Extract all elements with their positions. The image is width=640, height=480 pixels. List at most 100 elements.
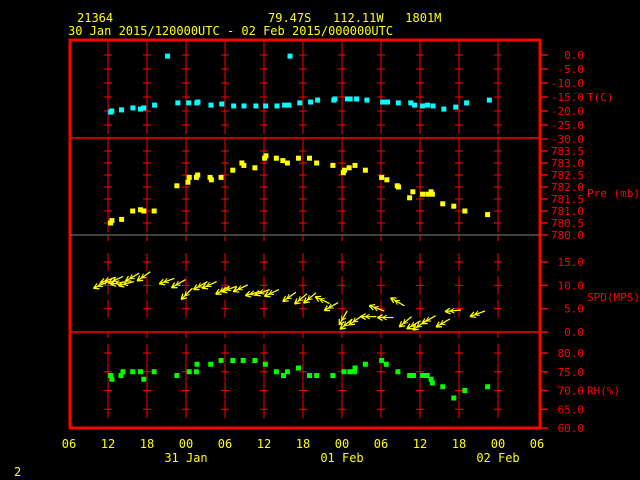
wind-arrow-head — [226, 289, 232, 292]
y-tick-label: 60.0 — [558, 422, 585, 435]
humidity-point — [186, 369, 192, 375]
humidity-point — [141, 376, 147, 382]
temperature-point — [425, 102, 431, 108]
pressure-point — [174, 183, 180, 189]
x-tick-label: 06 — [374, 437, 388, 451]
pressure-point — [410, 189, 416, 195]
temperature-point — [453, 104, 459, 110]
pressure-point — [295, 155, 301, 161]
pressure-point — [342, 167, 348, 173]
temperature-point — [119, 107, 125, 113]
y-tick-label: 780.0 — [551, 229, 584, 242]
wind-arrow — [158, 277, 175, 286]
grid — [104, 40, 502, 419]
pressure-point — [273, 155, 279, 161]
humidity-point — [429, 380, 435, 386]
wind-arrow-head — [245, 294, 252, 298]
humidity-point — [383, 361, 389, 367]
wind-arrow — [314, 295, 330, 305]
wind-arrow — [435, 318, 451, 328]
humidity-point — [295, 365, 301, 371]
temperature-point — [130, 105, 136, 111]
temperature-point — [219, 101, 225, 107]
humidity-point — [109, 376, 115, 382]
temperature-point — [286, 102, 292, 108]
x-tick-label: 00 — [335, 437, 349, 451]
wind-arrow — [360, 313, 377, 321]
temperature-point — [464, 100, 470, 106]
wind-arrow — [389, 297, 405, 307]
wind-arrow — [421, 315, 436, 325]
y-tick-label: 5.0 — [564, 303, 584, 316]
y-tick-label: 75.0 — [558, 366, 585, 379]
wind-arrow-head — [110, 283, 117, 287]
y-tick-label: -15.0 — [551, 91, 584, 104]
pressure-point — [218, 174, 224, 180]
pressure-point — [151, 208, 157, 214]
humidity-point — [347, 369, 353, 375]
humidity-point — [462, 388, 468, 393]
wind-arrow-head — [221, 291, 228, 294]
x-tick-label: 12 — [101, 437, 115, 451]
humidity-point — [240, 358, 246, 363]
humidity-point — [193, 369, 199, 375]
wind-arrow — [201, 281, 217, 290]
humidity-point — [284, 369, 290, 375]
temperature-point — [380, 99, 386, 105]
pressure-point — [451, 203, 457, 209]
pressure-point — [280, 158, 286, 164]
pressure-point — [263, 153, 269, 159]
x-tick-label: 00 — [179, 437, 193, 451]
temperature-point — [109, 108, 115, 114]
x-tick-label: 18 — [296, 437, 310, 451]
temperature-point — [347, 96, 353, 102]
temperature-point — [332, 96, 338, 102]
x-tick-label: 06 — [530, 437, 544, 451]
humidity-point — [252, 358, 258, 363]
station-id: 21364 — [77, 11, 113, 25]
x-date-label: 02 Feb — [476, 451, 519, 465]
wind-arrow — [170, 279, 186, 289]
temperature-point — [263, 103, 269, 109]
pressure-point — [185, 179, 191, 185]
x-date-label: 31 Jan — [164, 451, 207, 465]
pressure-point — [252, 165, 258, 171]
humidity-point — [208, 361, 214, 367]
wind-arrow-head — [123, 283, 129, 287]
humidity-point — [395, 369, 401, 375]
temperature-point — [430, 103, 436, 109]
humidity-point — [362, 361, 368, 367]
pressure-point — [119, 216, 125, 222]
pressure-point — [241, 162, 247, 168]
temperature-point — [395, 100, 401, 106]
wind-arrow — [469, 310, 486, 319]
y-tick-label: -5.0 — [558, 63, 585, 76]
pressure-point — [208, 177, 214, 183]
pressure-point — [440, 201, 446, 207]
temperature-point — [420, 103, 426, 109]
x-tick-label: 12 — [257, 437, 271, 451]
temperature-axis-title: T(C) — [587, 91, 614, 104]
temperature-point — [412, 102, 418, 108]
x-tick-label: 18 — [140, 437, 154, 451]
wind-arrow — [180, 287, 193, 301]
humidity-point — [379, 358, 385, 363]
y-tick-label: -25.0 — [551, 119, 584, 132]
pressure-axis-title: Pre (mb) — [587, 187, 640, 200]
wind-arrow-head — [474, 314, 480, 317]
y-tick-label: 0.0 — [564, 49, 584, 62]
temperature-point — [364, 97, 370, 103]
pressure-point — [314, 160, 320, 166]
wind-arrow — [348, 315, 363, 326]
y-tick-label: -10.0 — [551, 77, 584, 90]
wind-arrow — [368, 303, 385, 312]
humidity-point — [411, 373, 416, 378]
x-tick-label: 06 — [62, 437, 76, 451]
humidity-point — [352, 365, 358, 371]
temperature-point — [175, 100, 181, 106]
wind-arrow-head — [118, 285, 125, 288]
humidity-point — [330, 373, 336, 378]
wind-arrow-head — [163, 281, 169, 284]
temperature-point — [152, 102, 158, 108]
humidity-point — [174, 373, 180, 378]
